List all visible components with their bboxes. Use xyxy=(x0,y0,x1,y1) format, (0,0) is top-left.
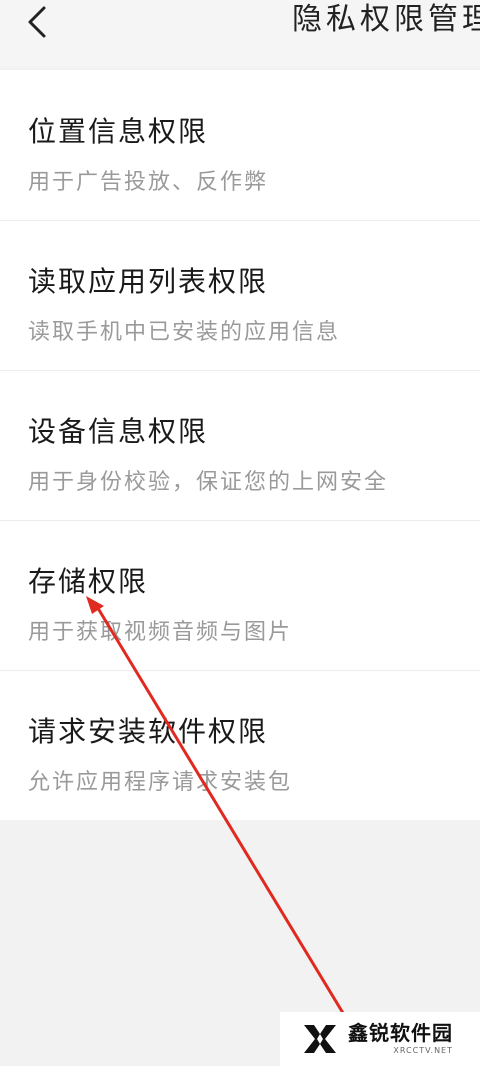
back-button[interactable] xyxy=(14,0,58,44)
page-title: 隐私权限管理 xyxy=(292,2,480,37)
watermark-name: 鑫锐软件园 xyxy=(348,1021,453,1045)
permission-description: 允许应用程序请求安装包 xyxy=(28,770,293,795)
permission-title: 读取应用列表权限 xyxy=(28,265,269,298)
permission-description: 用于获取视频音频与图片 xyxy=(28,620,293,645)
chevron-left-icon xyxy=(28,6,46,38)
permission-list: 位置信息权限 用于广告投放、反作弊 读取应用列表权限 读取手机中已安装的应用信息… xyxy=(0,70,480,820)
permission-description: 读取手机中已安装的应用信息 xyxy=(28,320,341,345)
header-bar: 隐私权限管理 xyxy=(0,0,480,66)
permission-title: 存储权限 xyxy=(28,565,149,598)
watermark: 鑫锐软件园 XRCCTV.NET xyxy=(280,1012,480,1066)
permission-title: 请求安装软件权限 xyxy=(28,715,269,748)
permission-item-device-info[interactable]: 设备信息权限 用于身份校验，保证您的上网安全 xyxy=(0,370,480,520)
permission-item-storage[interactable]: 存储权限 用于获取视频音频与图片 xyxy=(0,520,480,670)
permission-item-app-list[interactable]: 读取应用列表权限 读取手机中已安装的应用信息 xyxy=(0,220,480,370)
permission-title: 设备信息权限 xyxy=(28,415,209,448)
permission-item-install-packages[interactable]: 请求安装软件权限 允许应用程序请求安装包 xyxy=(0,670,480,820)
watermark-url: XRCCTV.NET xyxy=(393,1046,453,1055)
permission-description: 用于广告投放、反作弊 xyxy=(28,170,269,195)
permission-item-location[interactable]: 位置信息权限 用于广告投放、反作弊 xyxy=(0,70,480,220)
permission-description: 用于身份校验，保证您的上网安全 xyxy=(28,470,389,495)
permission-title: 位置信息权限 xyxy=(28,115,209,148)
x-logo-icon xyxy=(304,1025,336,1053)
